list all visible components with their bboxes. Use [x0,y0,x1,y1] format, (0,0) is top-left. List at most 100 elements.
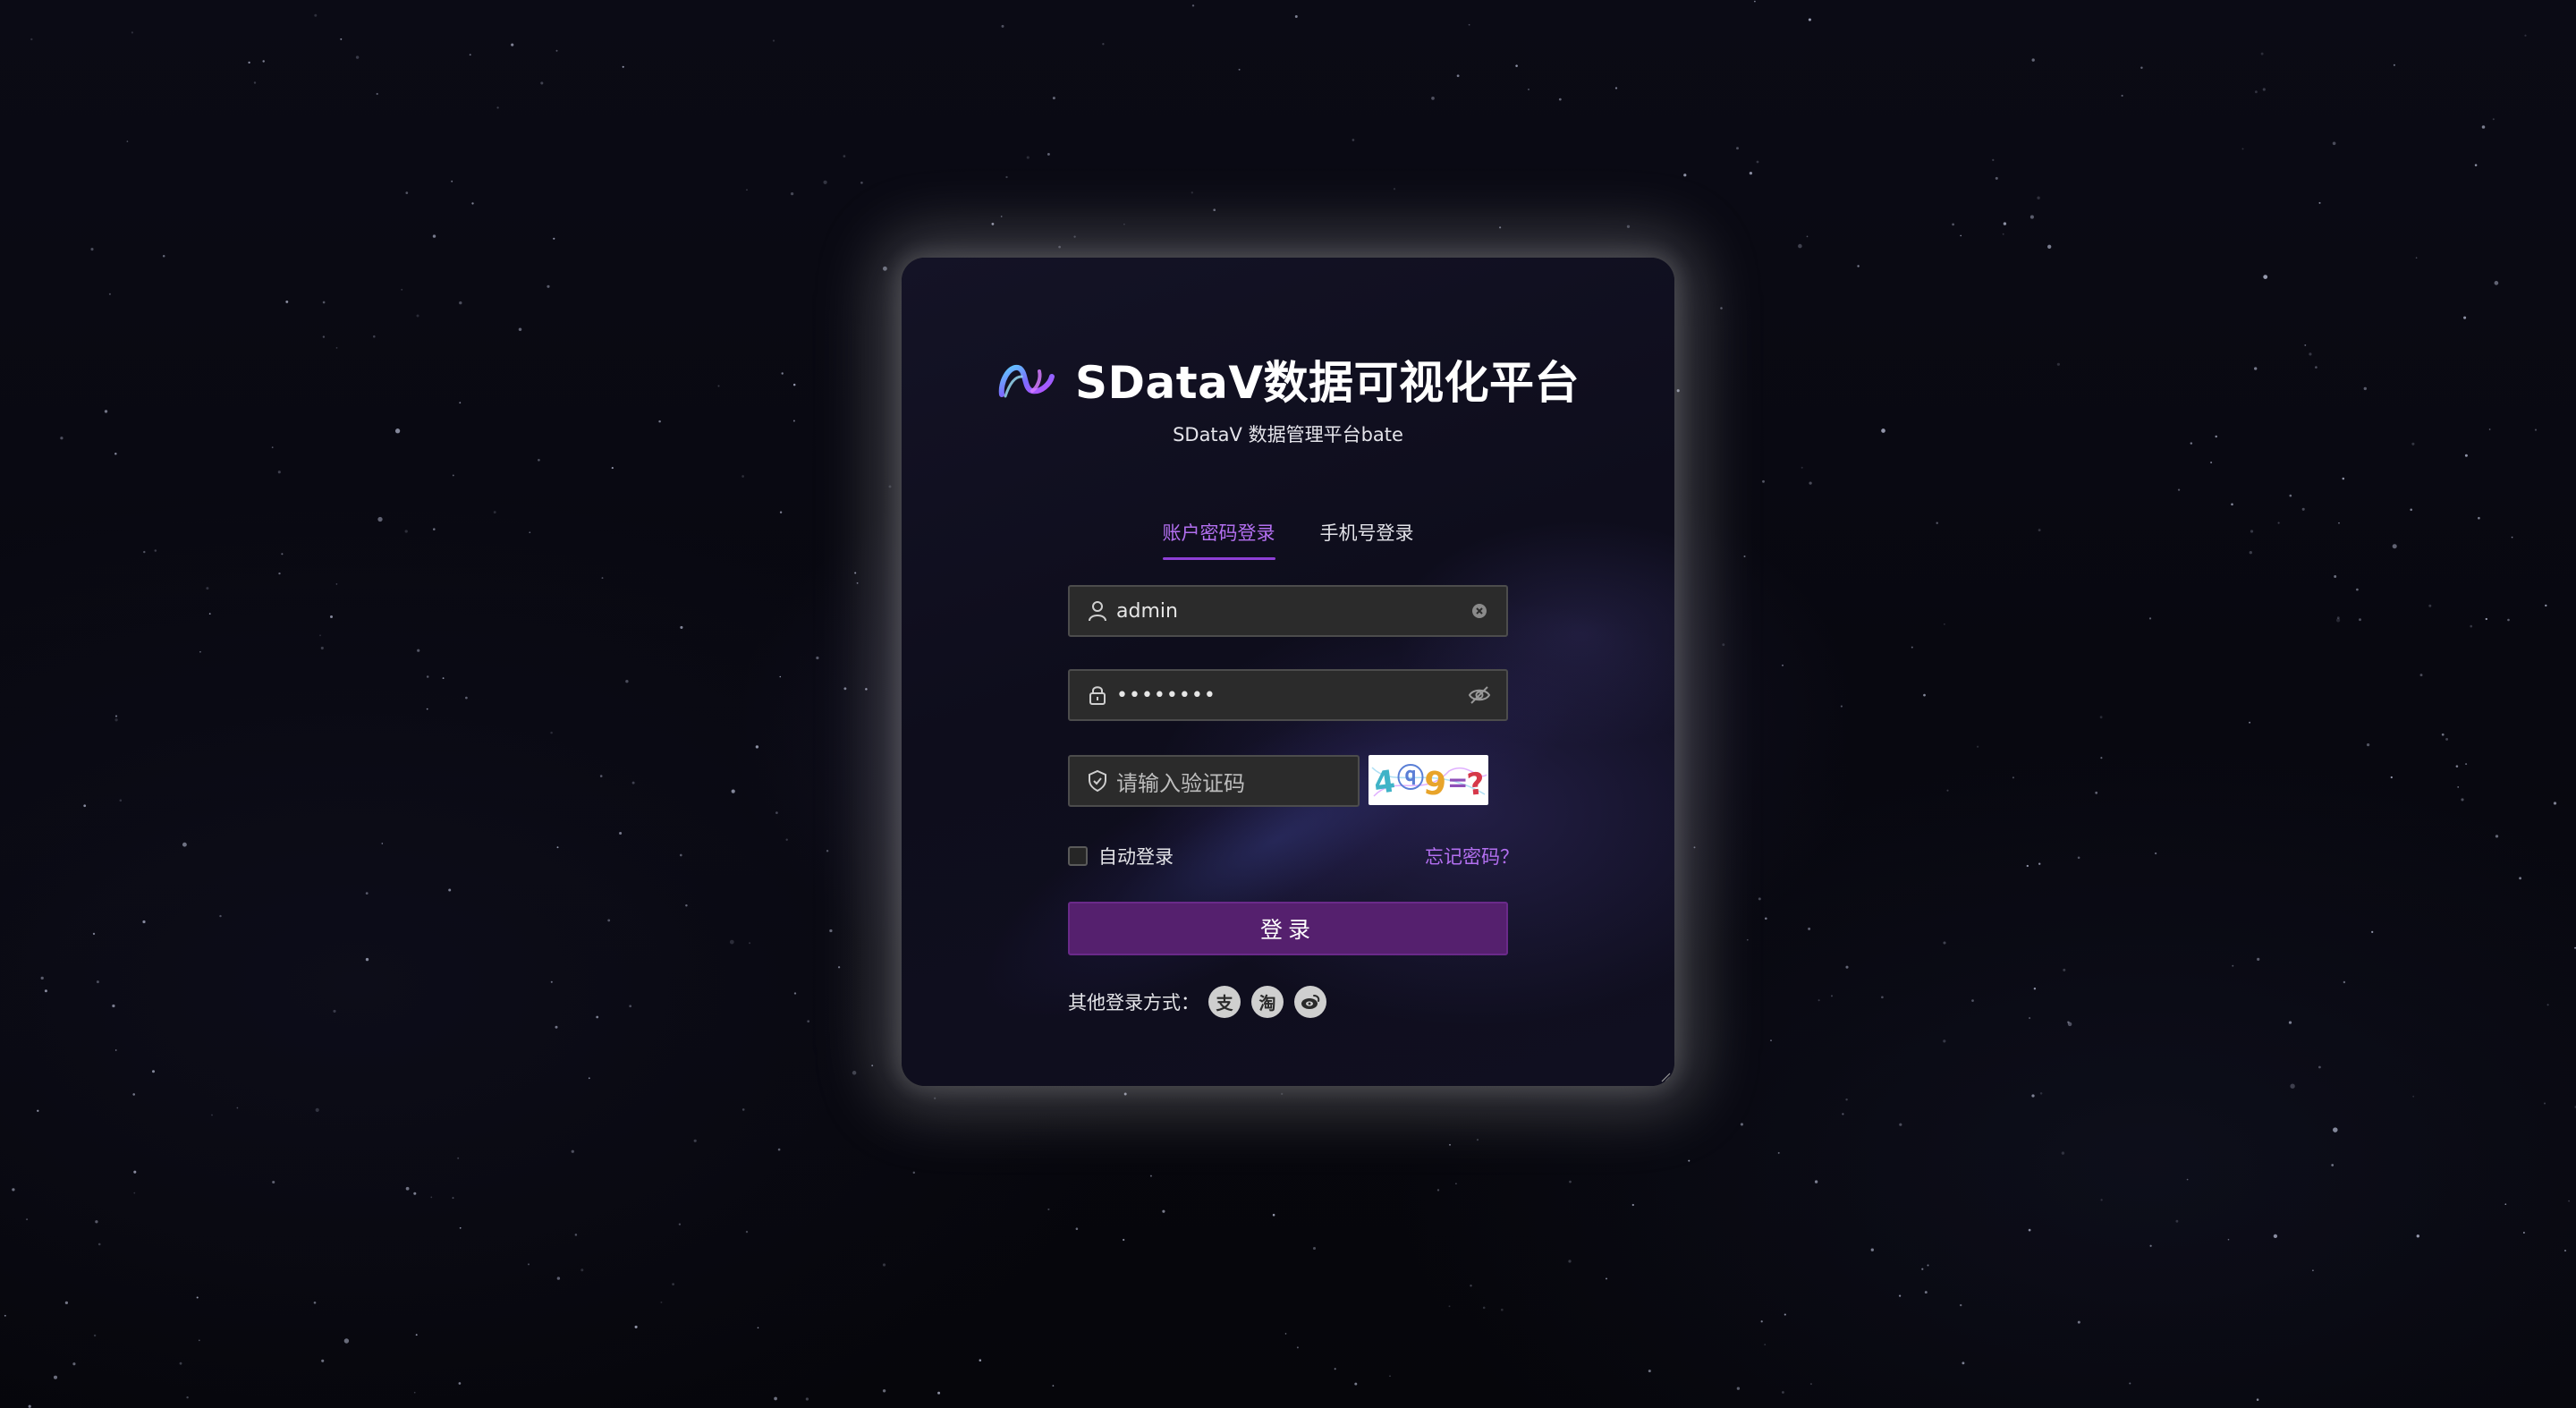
star [2463,316,2467,319]
star [2301,507,2305,511]
star [601,577,604,580]
login-options-row: 自动登录 忘记密码？ [1068,843,1519,869]
star [208,613,211,615]
star [151,1070,156,1073]
star [182,842,187,847]
star [2524,34,2527,37]
auto-login-option[interactable]: 自动登录 [1068,843,1174,869]
star [2273,1234,2278,1239]
star [1809,1383,1812,1386]
star [538,458,540,462]
star [1606,1277,1607,1280]
password-field[interactable]: •••••••• [1068,669,1508,721]
star [937,1391,941,1395]
page-background: SDataV数据可视化平台 SDataV 数据管理平台bate 账户密码登录 手… [0,0,2576,1408]
star [272,1180,275,1184]
star [1960,234,1962,237]
star [1758,897,1761,901]
star [660,1301,663,1303]
star [1924,1291,1928,1294]
star [1743,556,1746,557]
star [1754,0,1756,3]
star [1808,18,1811,21]
star [826,850,829,852]
star [2334,575,2337,578]
star [433,528,436,530]
star [432,234,436,238]
star [365,892,369,895]
weibo-icon[interactable] [1294,986,1326,1018]
login-button[interactable]: 登录 [1068,902,1508,955]
star [2474,164,2478,166]
star [2332,141,2336,146]
star [2545,604,2547,607]
star [30,38,33,41]
star [1946,789,1949,792]
captcha-field[interactable]: 请输入验证码 [1068,755,1360,807]
forgot-password-link[interactable]: 忘记密码？ [1425,843,1519,869]
star [442,677,445,680]
star [459,1226,462,1229]
star [28,1404,31,1408]
alipay-icon[interactable]: 支 [1208,986,1241,1018]
star [60,437,64,440]
star [556,846,559,849]
star [114,715,118,717]
clear-icon[interactable] [1460,603,1499,619]
star [457,1157,460,1159]
star [262,60,265,63]
star [2061,1151,2065,1155]
star [580,1268,584,1272]
star [792,420,795,422]
auto-login-checkbox[interactable] [1068,846,1088,866]
star [528,1263,530,1266]
star [64,1301,69,1305]
star [1052,97,1055,100]
star [377,516,383,522]
star [1809,481,1812,485]
other-login-methods: 其他登录方式： 支 淘 [1068,986,1330,1018]
star [1870,1248,1874,1251]
star [2256,1398,2259,1401]
username-field[interactable]: admin [1068,585,1508,637]
star [1936,522,1938,524]
star [2254,90,2258,94]
star [1898,1294,1902,1297]
star [1911,646,1913,649]
captcha-image[interactable]: 4 ⓠ 9 = ? [1368,755,1488,805]
star [340,38,343,40]
star [781,372,784,375]
tab-account-password[interactable]: 账户密码登录 [1162,519,1275,560]
star [2338,522,2340,524]
star [2481,125,2486,129]
star [2031,58,2035,62]
star [790,191,794,196]
star [2546,1004,2549,1006]
resize-grip-icon[interactable] [1660,1072,1671,1082]
star [2029,215,2034,219]
star [1468,23,1470,26]
star [1272,1213,1275,1217]
svg-text:?: ? [1465,766,1487,803]
star [1814,1180,1818,1183]
tab-phone-login[interactable]: 手机号登录 [1320,519,1414,560]
star [2553,802,2557,805]
star [154,549,157,552]
star [394,428,401,434]
username-value[interactable]: admin [1114,600,1460,623]
star [611,467,614,470]
star [843,687,847,691]
password-value[interactable]: •••••••• [1114,684,1460,707]
star [1075,1227,1079,1230]
star [2315,366,2318,369]
captcha-placeholder[interactable]: 请输入验证码 [1114,766,1358,797]
eye-off-icon[interactable] [1460,685,1499,705]
star [599,775,603,777]
star [1952,223,1954,226]
taobao-icon[interactable]: 淘 [1251,986,1284,1018]
auto-login-label: 自动登录 [1098,846,1174,868]
star [131,31,133,34]
star [426,708,428,710]
star [2210,461,2213,464]
star [1842,1113,1844,1115]
